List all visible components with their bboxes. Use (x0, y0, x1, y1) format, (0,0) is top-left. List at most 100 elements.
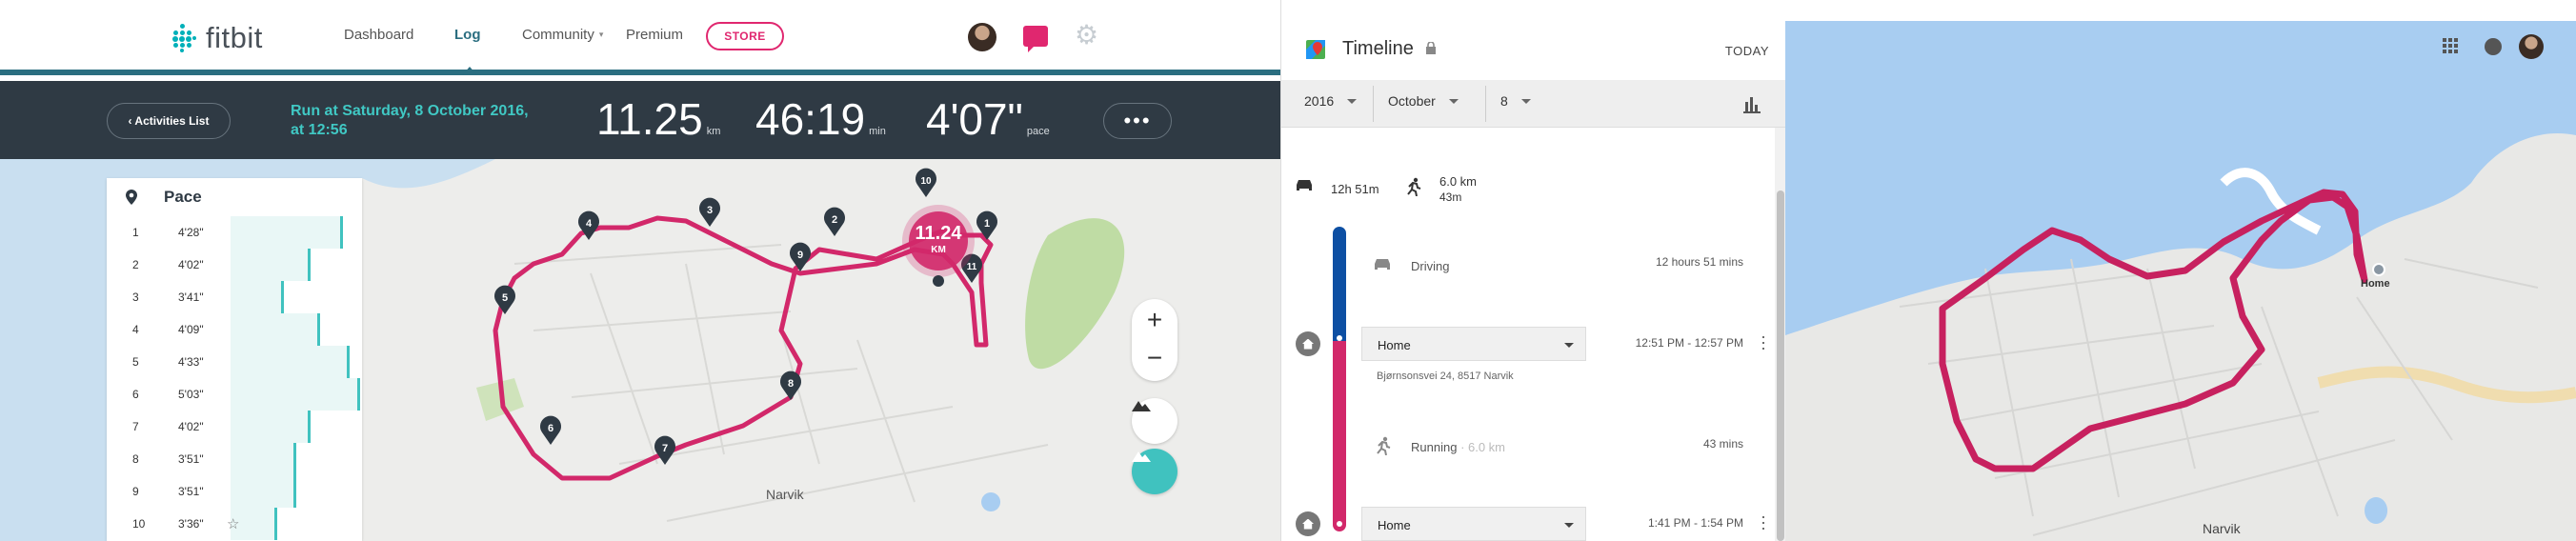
google-maps-icon (1306, 40, 1325, 59)
today-button[interactable]: TODAY (1725, 44, 1769, 58)
nav-community[interactable]: Community ▾ (522, 27, 603, 43)
pace-stat: 4'07" pace (926, 94, 1050, 144)
bar-chart-icon[interactable] (1742, 94, 1761, 113)
pace-row[interactable]: 10 3'36" ☆ (107, 508, 362, 540)
pace-value: 3'41" (178, 291, 204, 304)
svg-text:4: 4 (586, 218, 593, 230)
pace-km-number: 4 (132, 323, 139, 336)
more-button[interactable]: ••• (1103, 103, 1172, 139)
svg-text:6: 6 (548, 423, 553, 434)
pace-value: 3'51" (178, 485, 204, 498)
pace-km-number: 9 (132, 485, 139, 498)
year-select[interactable]: 2016 (1304, 93, 1358, 109)
pace-bar (231, 443, 296, 475)
driving-segment (1333, 227, 1346, 341)
month-select[interactable]: October (1388, 93, 1459, 109)
pace-km-number: 7 (132, 420, 139, 433)
pace-km-number: 5 (132, 355, 139, 369)
pace-km-number: 8 (132, 452, 139, 466)
activities-list-button[interactable]: ‹ Activities List (107, 103, 231, 139)
zoom-in-button[interactable]: + (1132, 301, 1177, 339)
pace-bar (231, 475, 296, 508)
running-label[interactable]: Running · 6.0 km (1411, 440, 1505, 454)
pace-row[interactable]: 1 4'28" (107, 216, 362, 249)
map-home-label: Home (2361, 278, 2390, 290)
timeline-header: Timeline TODAY (1281, 21, 1786, 80)
pace-value: 4'09" (178, 323, 204, 336)
svg-text:3: 3 (707, 205, 713, 216)
pace-row[interactable]: 5 4'33" (107, 346, 362, 378)
running-segment (1333, 341, 1346, 531)
gear-icon[interactable]: ⚙ (1075, 22, 1099, 49)
message-icon[interactable] (1023, 26, 1048, 52)
distance-stat: 11.25 km (596, 94, 721, 144)
pace-row[interactable]: 8 3'51" (107, 443, 362, 475)
timeline-title: Timeline (1342, 38, 1414, 59)
run-title: Run at Saturday, 8 October 2016, at 12:5… (291, 103, 529, 138)
home-pin-icon[interactable] (2372, 263, 2385, 276)
date-filters: 2016 October 8 (1281, 80, 1786, 128)
pace-row[interactable]: 4 4'09" (107, 313, 362, 346)
running-icon (1377, 436, 1391, 455)
pace-list: 1 4'28" 2 4'02" 3 3'41" 4 4'09" 5 4'33" 6 5'03" 7 4'0… (107, 216, 362, 540)
google-map[interactable]: Home Narvik (1785, 0, 2576, 541)
apps-grid-icon[interactable] (2443, 38, 2458, 58)
pace-km-number: 6 (132, 388, 139, 401)
drive-summary: 12h 51m (1331, 182, 1379, 196)
pace-bar (231, 378, 360, 411)
pace-bar (231, 216, 343, 249)
home-place-select-1[interactable]: Home (1361, 327, 1586, 361)
fitbit-logo[interactable]: fitbit (168, 21, 263, 55)
avatar[interactable] (968, 23, 996, 51)
car-icon (1297, 180, 1312, 190)
pace-row[interactable]: 7 4'02" (107, 411, 362, 443)
pace-value: 4'02" (178, 420, 204, 433)
notifications-icon[interactable] (2485, 38, 2502, 55)
driving-label[interactable]: Driving (1411, 259, 1449, 273)
distance-badge-value: 11.24 (915, 223, 962, 244)
pace-value: 3'51" (178, 452, 204, 466)
distance-badge-unit: KM (931, 245, 946, 255)
pace-bar (231, 249, 311, 281)
google-map-canvas (1785, 21, 2576, 536)
driving-duration: 12 hours 51 mins (1655, 255, 1743, 269)
walk-distance: 6.0 km (1439, 174, 1478, 189)
lock-icon (1426, 42, 1436, 54)
account-avatar[interactable] (2519, 34, 2544, 59)
nav-dashboard[interactable]: Dashboard (344, 27, 413, 43)
running-duration: 43 mins (1702, 437, 1743, 451)
home-address: Bjørnsonsvei 24, 8517 Narvik (1377, 371, 1514, 382)
zoom-out-button[interactable]: − (1132, 339, 1177, 377)
fitbit-panel: fitbit Dashboard Log Community ▾ Premium … (0, 0, 1280, 541)
zoom-control: + − (1132, 299, 1177, 381)
pace-row[interactable]: 6 5'03" (107, 378, 362, 411)
satellite-button[interactable] (1132, 449, 1177, 494)
pace-panel: Pace 1 4'28" 2 4'02" 3 3'41" 4 4'09" 5 4'33" 6 5'03… (107, 178, 362, 541)
store-button[interactable]: STORE (706, 22, 784, 50)
svg-text:1: 1 (984, 218, 990, 230)
activity-bar: ‹ Activities List Run at Saturday, 8 Oct… (0, 81, 1280, 159)
day-select[interactable]: 8 (1500, 93, 1530, 109)
nav-premium[interactable]: Premium (626, 27, 683, 43)
more-vert-icon[interactable]: · · · (1761, 328, 1766, 356)
pace-value: 4'33" (178, 355, 204, 369)
fitbit-header: fitbit Dashboard Log Community ▾ Premium … (0, 0, 1280, 75)
svg-text:9: 9 (797, 250, 803, 261)
star-icon[interactable]: ☆ (227, 515, 239, 532)
window-strip (1785, 0, 2576, 21)
pace-km-number: 2 (132, 258, 139, 271)
more-vert-icon[interactable]: · · · (1761, 508, 1766, 536)
pace-panel-header: Pace (107, 178, 362, 216)
home-place-select-2[interactable]: Home (1361, 507, 1586, 541)
terrain-button[interactable] (1132, 398, 1177, 444)
home-icon (1296, 511, 1320, 536)
svg-text:2: 2 (832, 214, 837, 226)
pace-bar (231, 281, 284, 313)
pace-row[interactable]: 2 4'02" (107, 249, 362, 281)
home-time-1: 12:51 PM - 12:57 PM (1635, 336, 1743, 350)
pace-row[interactable]: 9 3'51" (107, 475, 362, 508)
pace-row[interactable]: 3 3'41" (107, 281, 362, 313)
pace-bar (231, 411, 311, 443)
nav-log[interactable]: Log (454, 27, 481, 43)
pace-title: Pace (164, 188, 202, 206)
